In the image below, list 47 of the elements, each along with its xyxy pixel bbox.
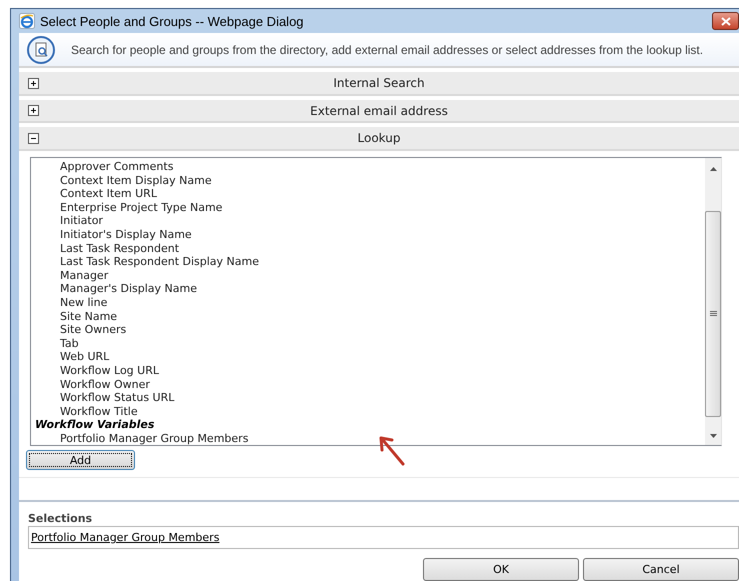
- list-item[interactable]: Workflow Title: [31, 404, 705, 418]
- description-text: Search for people and groups from the directory, add external email addresses or select addresses from the lookup list.: [71, 42, 704, 57]
- window-title: Select People and Groups -- Webpage Dialog: [40, 14, 304, 28]
- plus-icon[interactable]: [28, 78, 39, 89]
- list-item[interactable]: Last Task Respondent: [31, 242, 705, 256]
- list-item[interactable]: Initiator: [31, 214, 705, 228]
- list-item[interactable]: New line: [31, 296, 705, 310]
- section-header[interactable]: Lookup: [19, 127, 739, 151]
- list-item[interactable]: Tab: [31, 336, 705, 350]
- scrollbar[interactable]: [705, 158, 721, 445]
- section-title: Internal Search: [332, 76, 426, 90]
- close-icon: [720, 16, 730, 26]
- list-item[interactable]: Manager: [31, 268, 705, 282]
- list-item[interactable]: Last Task Respondent Display Name: [31, 255, 705, 269]
- cancel-button[interactable]: Cancel: [583, 558, 739, 581]
- section-title: External email address: [309, 104, 449, 118]
- list-item[interactable]: Site Owners: [31, 323, 705, 337]
- list-item[interactable]: Site Name: [31, 310, 705, 324]
- list-item[interactable]: Workflow Log URL: [31, 364, 705, 378]
- group-heading: Workflow Variables: [34, 418, 156, 432]
- list-item[interactable]: Workflow Owner: [31, 378, 705, 392]
- add-button[interactable]: Add: [26, 450, 135, 470]
- list-item[interactable]: Context Item Display Name: [31, 174, 705, 188]
- browser-icon: [19, 13, 35, 29]
- section-header[interactable]: External email address: [19, 100, 739, 124]
- list-item[interactable]: Enterprise Project Type Name: [31, 200, 705, 214]
- list-item[interactable]: Web URL: [31, 350, 705, 364]
- scroll-up-icon[interactable]: [710, 167, 716, 171]
- list-item[interactable]: Initiator's Display Name: [31, 228, 705, 242]
- lookup-list[interactable]: [30, 157, 722, 446]
- selections-label: Selections: [28, 512, 94, 525]
- scroll-down-icon[interactable]: [710, 434, 716, 438]
- close-button[interactable]: [712, 12, 739, 30]
- section-header[interactable]: Internal Search: [19, 72, 739, 96]
- list-item[interactable]: Portfolio Manager Group Members: [31, 432, 705, 446]
- grip-icon: [710, 311, 716, 317]
- list-item[interactable]: Manager's Display Name: [31, 282, 705, 296]
- selections-field[interactable]: Portfolio Manager Group Members: [28, 526, 739, 549]
- section-title: Lookup: [356, 131, 402, 146]
- selection-link[interactable]: Portfolio Manager Group Members: [31, 531, 220, 544]
- list-item[interactable]: Approver Comments: [31, 160, 705, 174]
- minus-icon[interactable]: [28, 132, 39, 144]
- ok-button[interactable]: OK: [423, 558, 579, 581]
- search-icon: [27, 36, 55, 64]
- list-item[interactable]: Workflow Status URL: [31, 391, 705, 405]
- plus-icon[interactable]: [28, 105, 39, 116]
- list-item[interactable]: Context Item URL: [31, 187, 705, 201]
